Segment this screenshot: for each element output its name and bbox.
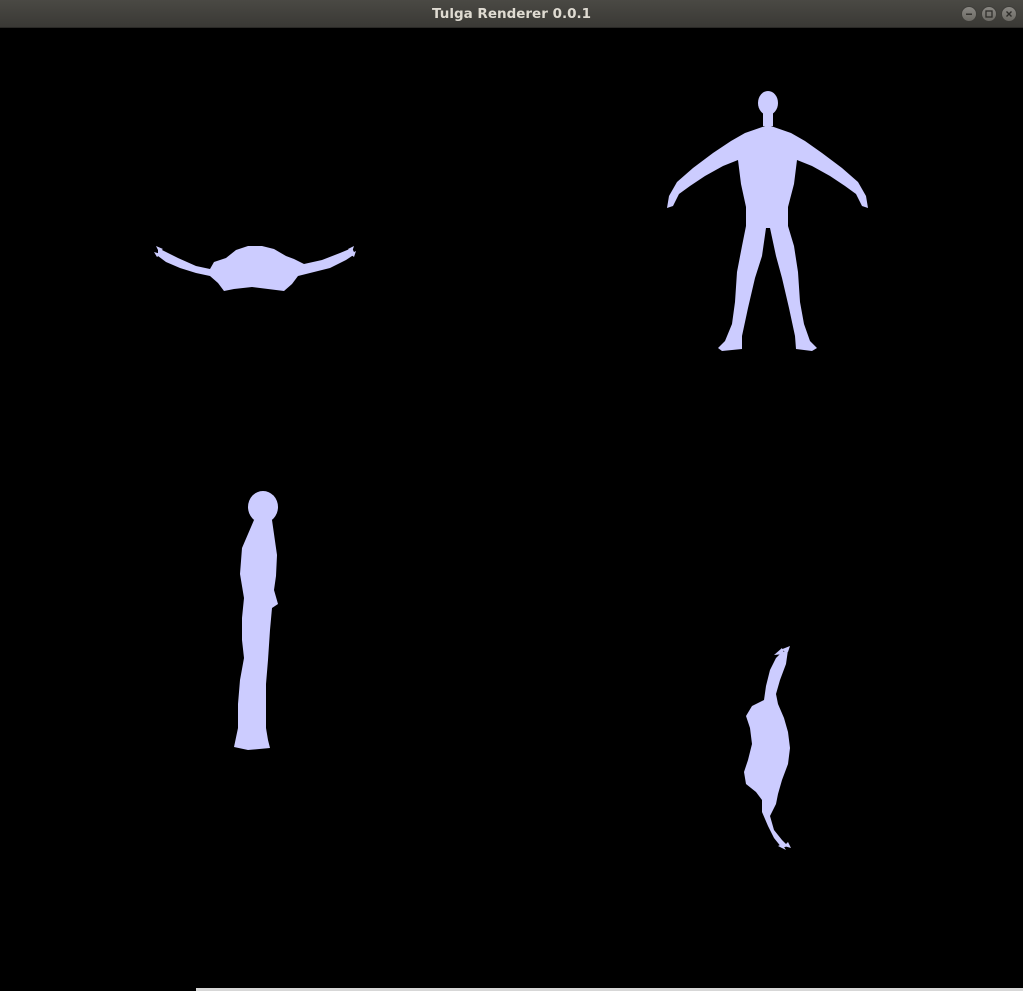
minimize-icon	[966, 13, 972, 15]
minimize-button[interactable]	[961, 6, 977, 22]
render-canvas	[154, 91, 868, 850]
figure-top-rotated-view	[744, 646, 791, 850]
render-viewport[interactable]	[0, 29, 1023, 991]
app-window: Tulga Renderer 0.0.1	[0, 0, 1023, 991]
window-controls	[961, 6, 1017, 22]
title-bar[interactable]: Tulga Renderer 0.0.1	[0, 0, 1023, 28]
figure-side-view	[234, 491, 278, 750]
close-icon	[1006, 11, 1012, 17]
figure-top-left-view	[154, 246, 356, 291]
maximize-button[interactable]	[981, 6, 997, 22]
window-title: Tulga Renderer 0.0.1	[431, 6, 592, 22]
maximize-icon	[985, 10, 993, 18]
close-button[interactable]	[1001, 6, 1017, 22]
figure-front-view	[667, 91, 868, 351]
